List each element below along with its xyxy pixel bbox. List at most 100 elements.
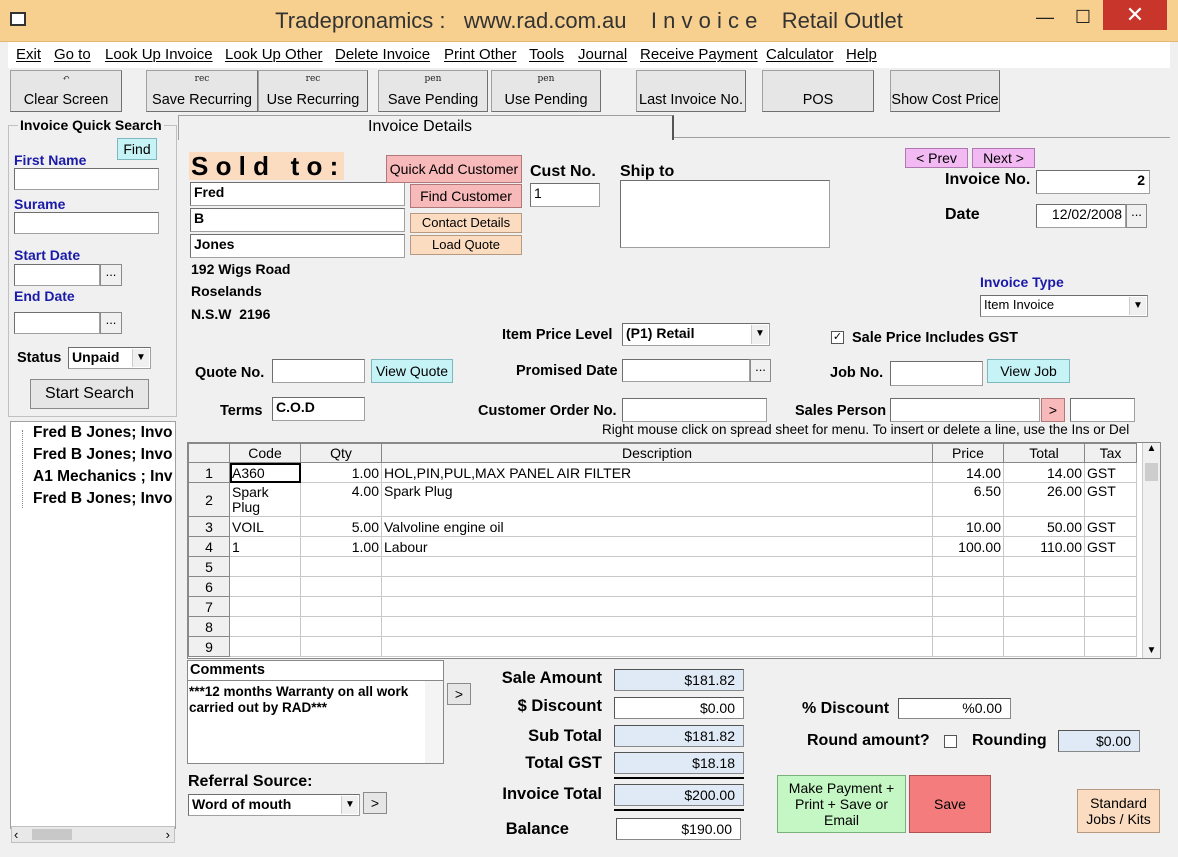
cell-total[interactable]: 50.00 (1003, 516, 1085, 537)
menu-journal[interactable]: Journal (578, 46, 627, 63)
cell-tax[interactable]: GST (1084, 462, 1137, 483)
menu-print-other[interactable]: Print Other (444, 46, 517, 63)
cell-tax[interactable]: GST (1084, 482, 1137, 517)
scroll-up-icon[interactable]: ▲ (1143, 443, 1160, 461)
cell-price[interactable] (932, 556, 1004, 577)
menu-go-to[interactable]: Go to (54, 46, 91, 63)
cell-code[interactable]: VOIL (229, 516, 301, 537)
cell-price[interactable]: 6.50 (932, 482, 1004, 517)
invoice-type-select[interactable]: Item Invoice ▼ (980, 295, 1148, 317)
dollar-discount-input[interactable]: $0.00 (614, 697, 744, 719)
contact-details-button[interactable]: Contact Details (410, 213, 522, 233)
maximize-button[interactable]: ☐ (1064, 6, 1102, 30)
cell-description[interactable] (381, 636, 933, 657)
cell-qty[interactable]: 5.00 (300, 516, 382, 537)
cell-total[interactable] (1003, 616, 1085, 637)
menu-receive-payment[interactable]: Receive Payment (640, 46, 758, 63)
menu-help[interactable]: Help (846, 46, 877, 63)
date-picker-button[interactable]: ... (1126, 204, 1147, 228)
comments-textarea[interactable]: ***12 months Warranty on all work carrie… (189, 684, 425, 716)
cell-qty[interactable]: 4.00 (300, 482, 382, 517)
table-row[interactable]: 9 (188, 636, 1137, 657)
cell-code[interactable]: Spark Plug (229, 482, 301, 517)
cell-price[interactable] (932, 596, 1004, 617)
round-amount-checkbox[interactable] (944, 735, 957, 748)
cell-description[interactable] (381, 556, 933, 577)
result-item[interactable]: A1 Mechanics ; Inv (33, 468, 173, 486)
column-header-price[interactable]: Price (932, 443, 1004, 463)
referral-expand-button[interactable]: > (363, 792, 387, 814)
table-row[interactable]: 5 (188, 556, 1137, 577)
sales-person-arrow-button[interactable]: > (1041, 398, 1065, 422)
status-select[interactable]: Unpaid ▼ (68, 347, 151, 369)
cell-total[interactable] (1003, 596, 1085, 617)
cell-total[interactable] (1003, 556, 1085, 577)
find-customer-button[interactable]: Find Customer (410, 184, 522, 208)
end-date-input[interactable] (14, 312, 100, 334)
menu-delete-invoice[interactable]: Delete Invoice (335, 46, 430, 63)
cell-code[interactable] (229, 596, 301, 617)
cell-qty[interactable] (300, 576, 382, 597)
cell-tax[interactable] (1084, 596, 1137, 617)
grid-vertical-scrollbar[interactable]: ▲ ▼ (1142, 443, 1160, 658)
customer-first-name-input[interactable]: Fred (190, 182, 405, 206)
scroll-right-icon[interactable]: › (166, 827, 170, 842)
cell-description[interactable]: Valvoline engine oil (381, 516, 933, 537)
column-header-code[interactable]: Code (229, 443, 301, 463)
cell-total[interactable]: 26.00 (1003, 482, 1085, 517)
cell-code[interactable] (229, 636, 301, 657)
start-date-input[interactable] (14, 264, 100, 286)
cell-description[interactable]: Labour (381, 536, 933, 557)
cell-description[interactable] (381, 596, 933, 617)
view-quote-button[interactable]: View Quote (371, 359, 453, 383)
menu-exit[interactable]: Exit (16, 46, 41, 63)
clear-screen-button[interactable]: ↶ Clear Screen (10, 70, 122, 112)
cell-tax[interactable]: GST (1084, 536, 1137, 557)
cell-tax[interactable] (1084, 616, 1137, 637)
prev-button[interactable]: < Prev (905, 148, 968, 168)
cell-tax[interactable] (1084, 636, 1137, 657)
pos-button[interactable]: POS (762, 70, 874, 112)
menu-tools[interactable]: Tools (529, 46, 564, 63)
promised-date-input[interactable] (622, 359, 750, 382)
cell-total[interactable]: 14.00 (1003, 462, 1085, 483)
cell-price[interactable]: 100.00 (932, 536, 1004, 557)
menu-look-up-invoice[interactable]: Look Up Invoice (105, 46, 213, 63)
last-invoice-button[interactable]: Last Invoice No. (636, 70, 746, 112)
use-recurring-button[interactable]: rec Use Recurring (258, 70, 368, 112)
item-price-level-select[interactable]: (P1) Retail ▼ (622, 323, 770, 346)
cell-code[interactable] (229, 576, 301, 597)
scroll-left-icon[interactable]: ‹ (14, 827, 18, 842)
menu-look-up-other[interactable]: Look Up Other (225, 46, 323, 63)
load-quote-button[interactable]: Load Quote (410, 235, 522, 255)
cell-tax[interactable] (1084, 556, 1137, 577)
save-pending-button[interactable]: pen Save Pending (378, 70, 488, 112)
result-item[interactable]: Fred B Jones; Invo (33, 490, 173, 508)
cell-qty[interactable] (300, 596, 382, 617)
job-no-input[interactable] (890, 361, 983, 386)
customer-order-no-input[interactable] (622, 398, 767, 422)
save-recurring-button[interactable]: rec Save Recurring (146, 70, 258, 112)
cell-description[interactable] (381, 576, 933, 597)
cell-description[interactable]: Spark Plug (381, 482, 933, 517)
cell-description[interactable]: HOL,PIN,PUL,MAX PANEL AIR FILTER (381, 462, 933, 483)
cell-total[interactable] (1003, 636, 1085, 657)
use-pending-button[interactable]: pen Use Pending (491, 70, 601, 112)
horizontal-scrollbar[interactable]: ‹ › (11, 826, 175, 843)
cell-tax[interactable]: GST (1084, 516, 1137, 537)
cell-price[interactable]: 14.00 (932, 462, 1004, 483)
sales-person-input[interactable] (890, 398, 1040, 422)
cell-code[interactable]: A360 (229, 462, 301, 483)
menu-calculator[interactable]: Calculator (766, 46, 834, 63)
column-header-description[interactable]: Description (381, 443, 933, 463)
table-row[interactable]: 6 (188, 576, 1137, 597)
cell-code[interactable] (229, 556, 301, 577)
standard-jobs-kits-button[interactable]: Standard Jobs / Kits (1077, 789, 1160, 833)
find-button[interactable]: Find (117, 138, 157, 160)
quick-add-customer-button[interactable]: Quick Add Customer (386, 155, 522, 183)
cell-total[interactable] (1003, 576, 1085, 597)
table-row[interactable]: 3 VOIL 5.00 Valvoline engine oil 10.00 50.00 G… (188, 516, 1137, 537)
table-row[interactable]: 1 A360 1.00 HOL,PIN,PUL,MAX PANEL AIR FILTE… (188, 462, 1137, 483)
next-button[interactable]: Next > (972, 148, 1035, 168)
customer-surname-input[interactable]: Jones (190, 234, 405, 258)
